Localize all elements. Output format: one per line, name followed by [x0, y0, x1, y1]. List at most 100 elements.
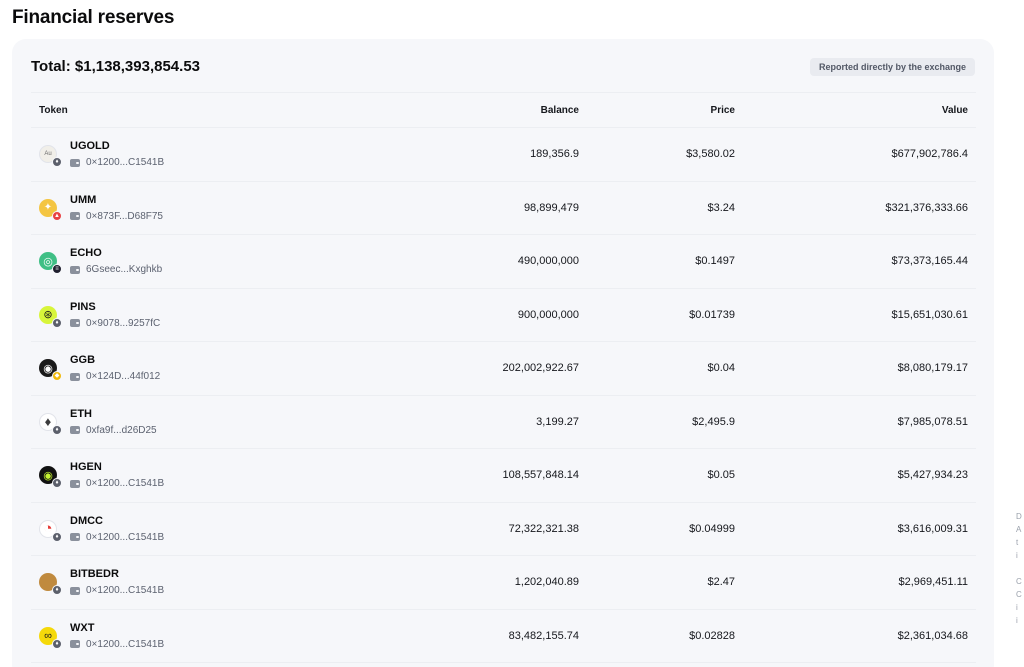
token-symbol[interactable]: ETH	[70, 408, 92, 420]
token-address: 0xfa9f...d26D25	[86, 424, 157, 436]
column-header-token: Token	[39, 105, 68, 116]
token-address-link[interactable]: 0×1200...C1541B	[70, 157, 164, 168]
wallet-icon	[70, 533, 80, 541]
table-row[interactable]: ⊛ ♦ PINS 0×9078...9257fC 900,000,000 $0.01739…	[31, 289, 976, 342]
token-address: 0×124D...44f012	[86, 371, 161, 382]
ethereum-icon: ♦	[52, 478, 62, 488]
clipped-text-line: C	[1016, 577, 1022, 586]
price-cell: $2.47	[707, 576, 735, 588]
wallet-icon	[70, 158, 80, 167]
value-cell: $3,616,009.31	[897, 522, 968, 535]
column-header-value: Value	[941, 105, 968, 116]
table-row[interactable]: Au ♦ UGOLD 0×1200...C1541B 189,356.9 $3,580.0…	[31, 128, 976, 182]
wallet-icon	[70, 372, 80, 381]
token-address: 6Gseec...Kxghkb	[86, 264, 163, 275]
token-address-link[interactable]: 0×1200...C1541B	[70, 532, 164, 543]
ethereum-icon: ♦	[52, 424, 62, 435]
table-row[interactable]: ♦ ♦ ETH 0xfa9f...d26D25 3,199.27 $2,495.9 $7,9…	[31, 396, 976, 449]
bnb-icon: ◆	[52, 371, 62, 381]
table-row[interactable]: ∞ ♦ WXT 0×1200...C1541B 83,482,155.74 $0.0282…	[31, 610, 976, 663]
balance-cell: 3,199.27	[536, 415, 579, 428]
token-address-link[interactable]: 0×9078...9257fC	[70, 318, 160, 329]
wallet-icon	[70, 479, 80, 488]
wallet-icon	[70, 640, 80, 648]
token-address: 0×873F...D68F75	[86, 210, 163, 222]
table-body: Au ♦ UGOLD 0×1200...C1541B 189,356.9 $3,580.0…	[31, 128, 976, 663]
token-address: 0×1200...C1541B	[86, 157, 165, 168]
token-symbol[interactable]: PINS	[70, 301, 96, 313]
token-address-link[interactable]: 0×1200...C1541B	[70, 585, 164, 596]
balance-cell: 202,002,922.67	[502, 362, 579, 374]
token-symbol[interactable]: UGOLD	[70, 140, 110, 152]
table-row[interactable]: ◔ ♦ DMCC 0×1200...C1541B 72,322,321.38 $0.049…	[31, 503, 976, 556]
table-row[interactable]: ◉ ◆ GGB 0×124D...44f012 202,002,922.67 $0.04 $…	[31, 342, 976, 396]
token-symbol[interactable]: ECHO	[70, 247, 102, 259]
token-address: 0×1200...C1541B	[86, 478, 165, 489]
value-cell: $8,080,179.17	[897, 362, 968, 374]
token-address-link[interactable]: 0×124D...44f012	[70, 371, 160, 382]
token-address-link[interactable]: 0×873F...D68F75	[70, 211, 163, 222]
wallet-icon	[70, 319, 80, 327]
balance-cell: 108,557,848.14	[502, 469, 579, 481]
avalanche-icon: ▲	[52, 210, 62, 221]
token-address-link[interactable]: 6Gseec...Kxghkb	[70, 264, 162, 275]
value-cell: $2,361,034.68	[897, 629, 968, 642]
price-cell: $0.01739	[689, 308, 735, 321]
ethereum-icon: ♦	[52, 317, 62, 328]
reported-badge: Reported directly by the exchange	[810, 58, 976, 76]
table-row[interactable]: ✦ ▲ UMM 0×873F...D68F75 98,899,479 $3.24 $321,…	[31, 182, 976, 235]
clipped-text-line: A	[1016, 525, 1022, 534]
reserves-table: Token Balance Price Value Au ♦ UGOLD 0×1200…	[31, 92, 976, 663]
balance-cell: 72,322,321.38	[508, 522, 579, 535]
table-row[interactable]: ◉ ♦ HGEN 0×1200...C1541B 108,557,848.14 $0.05…	[31, 449, 976, 503]
price-cell: $3.24	[707, 201, 735, 214]
token-address: 0×1200...C1541B	[86, 531, 165, 543]
price-cell: $0.04999	[689, 522, 735, 535]
value-cell: $7,985,078.51	[897, 415, 968, 428]
token-address: 0×1200...C1541B	[86, 638, 165, 650]
price-cell: $0.1497	[695, 255, 735, 267]
wallet-icon	[70, 586, 80, 595]
value-cell: $15,651,030.61	[891, 308, 968, 321]
column-header-balance: Balance	[540, 105, 579, 116]
ethereum-icon: ♦	[52, 585, 62, 595]
clipped-text-line: i	[1016, 551, 1018, 560]
price-cell: $2,495.9	[692, 415, 735, 428]
clipped-text-line: t	[1016, 538, 1019, 547]
token-symbol[interactable]: DMCC	[70, 515, 103, 527]
wallet-icon	[70, 212, 80, 220]
balance-cell: 1,202,040.89	[514, 576, 579, 588]
value-cell: $321,376,333.66	[885, 201, 968, 214]
price-cell: $0.02828	[689, 629, 735, 642]
table-row[interactable]: ◎ ≡ ECHO 6Gseec...Kxghkb 490,000,000 $0.1497 $…	[31, 235, 976, 289]
value-cell: $2,969,451.11	[898, 576, 968, 588]
token-address-link[interactable]: 0×1200...C1541B	[70, 639, 164, 650]
page-title: Financial reserves	[12, 7, 175, 28]
table-row[interactable]: ♦ BITBEDR 0×1200...C1541B 1,202,040.89 $2.47…	[31, 556, 976, 610]
solana-icon: ≡	[52, 264, 62, 274]
right-edge-clipped-text: DAtiCCii	[1016, 510, 1024, 627]
table-header: Token Balance Price Value	[31, 92, 976, 128]
ethereum-icon: ♦	[52, 638, 62, 649]
clipped-text-line	[1016, 562, 1024, 575]
price-cell: $3,580.02	[686, 148, 735, 160]
balance-cell: 189,356.9	[530, 148, 579, 160]
value-cell: $5,427,934.23	[897, 469, 968, 481]
ethereum-icon: ♦	[52, 531, 62, 542]
token-symbol[interactable]: BITBEDR	[70, 568, 119, 580]
token-symbol[interactable]: WXT	[70, 622, 94, 634]
token-symbol[interactable]: UMM	[70, 194, 96, 206]
balance-cell: 83,482,155.74	[508, 629, 579, 642]
token-symbol[interactable]: HGEN	[70, 461, 102, 473]
token-address-link[interactable]: 0xfa9f...d26D25	[70, 425, 157, 436]
token-address: 0×9078...9257fC	[86, 317, 161, 329]
token-symbol[interactable]: GGB	[70, 354, 95, 366]
total-reserves: Total: $1,138,393,854.53	[31, 58, 200, 75]
value-cell: $73,373,165.44	[891, 255, 968, 267]
ethereum-icon: ♦	[52, 157, 62, 167]
price-cell: $0.04	[707, 362, 735, 374]
column-header-price: Price	[710, 105, 735, 116]
clipped-text-line: i	[1016, 616, 1018, 625]
token-address-link[interactable]: 0×1200...C1541B	[70, 478, 164, 489]
reserves-card: Total: $1,138,393,854.53 Reported direct…	[12, 39, 994, 667]
